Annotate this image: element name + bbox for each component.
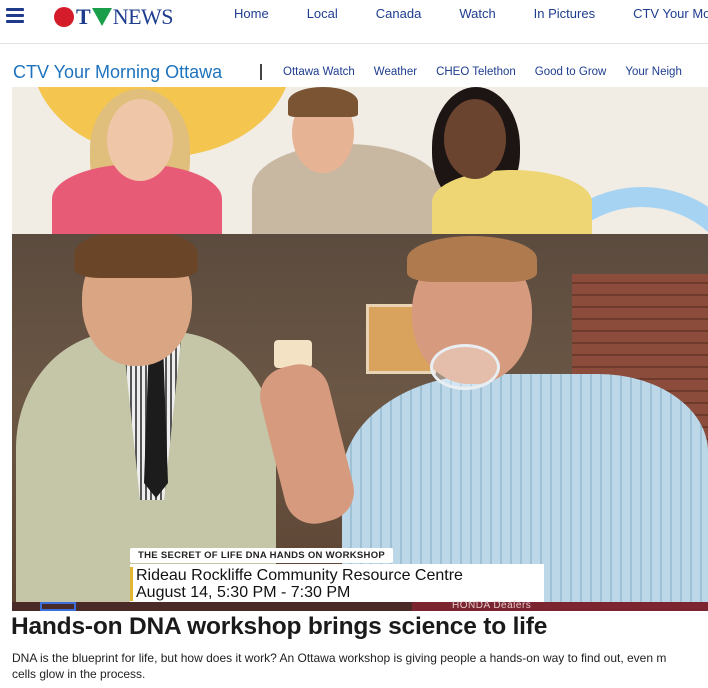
nav-local[interactable]: Local [307,6,338,21]
lower-third-details: Rideau Rockliffe Community Resource Cent… [130,564,544,604]
article-headline[interactable]: Hands-on DNA workshop brings science to … [11,613,547,641]
lower-third-datetime: August 14, 5:30 PM - 7:30 PM [136,584,351,601]
article-summary-line-1: DNA is the blueprint for life, but how d… [12,651,667,665]
menu-icon[interactable] [6,6,24,24]
subnav-good-to-grow[interactable]: Good to Grow [535,66,607,78]
section-divider [260,64,262,80]
subnav-cheo-telethon[interactable]: CHEO Telethon [436,66,516,78]
host-1-face [107,99,173,181]
nav-ctv-your-morning[interactable]: CTV Your Mo [633,6,708,21]
guest-hair [407,236,537,282]
lower-third-location: Rideau Rockliffe Community Resource Cent… [136,567,463,584]
nav-in-pictures[interactable]: In Pictures [534,6,595,21]
host-2-hair [288,87,358,117]
show-banner-image [12,87,708,234]
lower-third-accent [130,567,133,601]
section-header: CTV Your Morning Ottawa Ottawa Watch Wea… [0,58,708,88]
host-hair [74,234,198,278]
host-3-face [444,99,506,179]
subnav-weather[interactable]: Weather [374,66,417,78]
video-player[interactable]: THE SECRET OF LIFE DNA HANDS ON WORKSHOP… [12,234,708,611]
ticker-ad-text: HONDA Dealers [452,600,532,611]
article-summary-line-2: cells glow in the process. [12,667,146,681]
logo-v-triangle [91,8,112,26]
logo-news-text: NEWS [112,4,174,29]
subnav-your-neighbourhood[interactable]: Your Neigh [625,66,681,78]
main-nav: Home Local Canada Watch In Pictures CTV … [234,6,708,21]
section-subnav: Ottawa Watch Weather CHEO Telethon Good … [283,66,701,78]
nav-watch[interactable]: Watch [459,6,495,21]
host-3-body [432,170,592,234]
nav-canada[interactable]: Canada [376,6,422,21]
section-title[interactable]: CTV Your Morning Ottawa [13,62,222,83]
top-navigation: T NEWS Home Local Canada Watch In Pictur… [0,0,708,44]
lower-third-title: THE SECRET OF LIFE DNA HANDS ON WORKSHOP [130,548,394,563]
ticker-logo-box [40,602,76,611]
subnav-ottawa-watch[interactable]: Ottawa Watch [283,66,355,78]
ctv-news-logo[interactable]: T NEWS [54,4,174,30]
article-summary: DNA is the blueprint for life, but how d… [12,650,708,684]
nav-home[interactable]: Home [234,6,269,21]
logo-c-circle [54,7,74,27]
petri-dish [430,344,500,390]
